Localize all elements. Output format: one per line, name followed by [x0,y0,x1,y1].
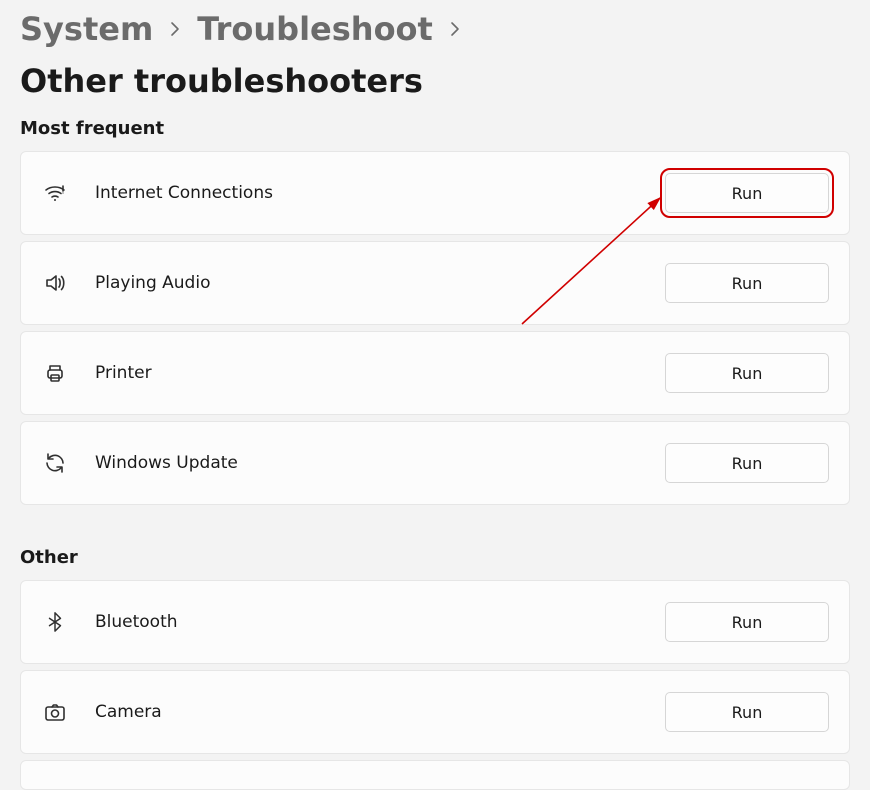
troubleshooter-label: Internet Connections [95,183,665,203]
troubleshooter-label: Bluetooth [95,612,665,632]
section-header-most-frequent: Most frequent [20,118,850,139]
run-button-printer[interactable]: Run [665,353,829,393]
troubleshooter-row-update: Windows Update Run [20,421,850,505]
printer-icon [41,359,69,387]
troubleshooter-row-bluetooth: Bluetooth Run [20,580,850,664]
run-button-bluetooth[interactable]: Run [665,602,829,642]
troubleshooter-label: Camera [95,702,665,722]
run-button-audio[interactable]: Run [665,263,829,303]
breadcrumb-current: Other troubleshooters [20,62,423,100]
section-header-other: Other [20,547,850,568]
camera-icon [41,698,69,726]
troubleshooter-row-camera: Camera Run [20,670,850,754]
run-button-internet[interactable]: Run [665,173,829,213]
breadcrumb-system[interactable]: System [20,10,153,48]
troubleshooter-row-internet: Internet Connections Run [20,151,850,235]
troubleshooter-row-printer: Printer Run [20,331,850,415]
breadcrumb: System Troubleshoot Other troubleshooter… [20,10,850,100]
troubleshooter-row-audio: Playing Audio Run [20,241,850,325]
troubleshooter-label: Playing Audio [95,273,665,293]
troubleshooter-row-partial [20,760,850,790]
bluetooth-icon [41,608,69,636]
breadcrumb-troubleshoot[interactable]: Troubleshoot [197,10,433,48]
chevron-right-icon [447,21,463,37]
troubleshooter-label: Windows Update [95,453,665,473]
chevron-right-icon [167,21,183,37]
wifi-icon [41,179,69,207]
speaker-icon [41,269,69,297]
run-button-update[interactable]: Run [665,443,829,483]
run-button-camera[interactable]: Run [665,692,829,732]
refresh-icon [41,449,69,477]
troubleshooter-label: Printer [95,363,665,383]
